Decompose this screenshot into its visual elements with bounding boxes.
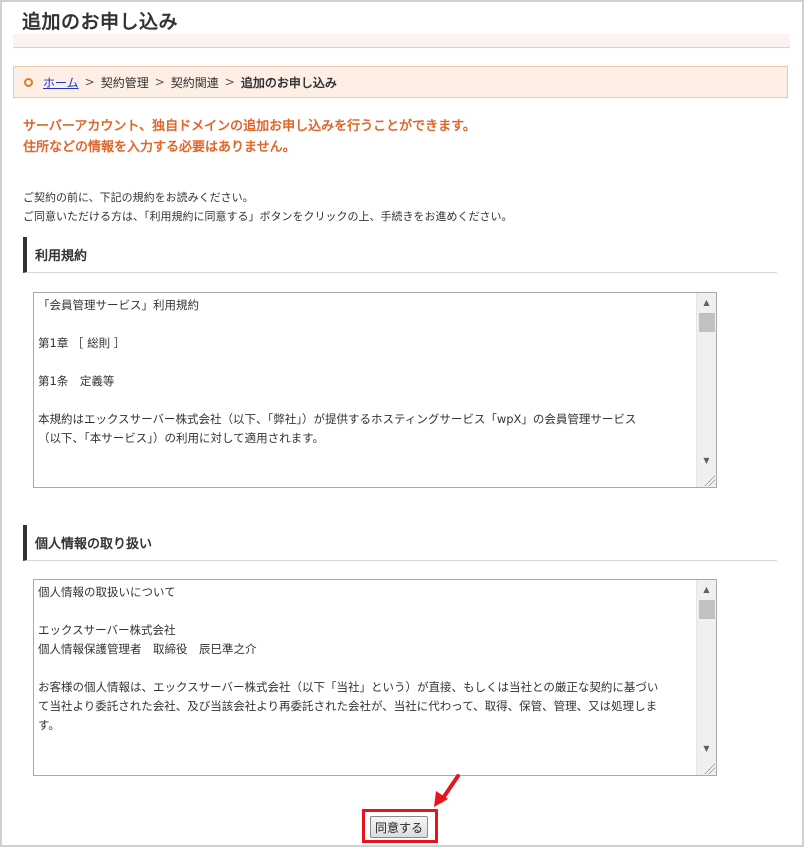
breadcrumb-home-link[interactable]: ホーム [43, 74, 79, 91]
terms-line [38, 391, 692, 410]
privacy-scroll-thumb[interactable] [699, 600, 715, 619]
privacy-line: 個人情報保護管理者 取締役 辰巳準之介 [38, 642, 257, 656]
notice-message: サーバーアカウント、独自ドメインの追加お申し込みを行うことができます。 住所など… [23, 116, 476, 158]
agree-button[interactable]: 同意する [370, 816, 428, 838]
triangle-down-icon[interactable]: ▼ [697, 741, 716, 757]
breadcrumb-separator: > [84, 75, 95, 89]
privacy-line [38, 659, 692, 678]
notice-line-1: サーバーアカウント、独自ドメインの追加お申し込みを行うことができます。 [23, 119, 476, 134]
resize-grip-icon[interactable] [703, 474, 715, 486]
privacy-line: お客様の個人情報は、エックスサーバー株式会社（以下「当社」という）が直接、もしく… [38, 680, 659, 694]
terms-heading-label: 利用規約 [35, 249, 88, 264]
terms-textarea[interactable]: 「会員管理サービス」利用規約 第1章 ［ 総則 ］ 第1条 定義等 本規約はエッ… [33, 292, 717, 488]
intro-line-2: ご同意いただける方は、「利用規約に同意する」ボタンをクリックの上、手続きをお進め… [23, 210, 513, 223]
privacy-heading-label: 個人情報の取り扱い [35, 537, 153, 552]
title-underline-band [13, 34, 790, 48]
privacy-scrollbar[interactable]: ▲ ▼ [696, 580, 716, 775]
terms-line: 第1条 定義等 [38, 374, 115, 388]
notice-line-2: 住所などの情報を入力する必要はありません。 [23, 140, 296, 155]
resize-grip-icon[interactable] [703, 762, 715, 774]
breadcrumb-item-contract-management: 契約管理 [100, 75, 149, 90]
intro-text: ご契約の前に、下記の規約をお読みください。 ご同意いただける方は、「利用規約に同… [23, 188, 513, 226]
terms-line: 「会員管理サービス」利用規約 [38, 298, 199, 312]
breadcrumb: ホーム > 契約管理 > 契約関連 > 追加のお申し込み [13, 66, 788, 98]
privacy-textarea[interactable]: 個人情報の取扱いについて エックスサーバー株式会社 個人情報保護管理者 取締役 … [33, 579, 717, 776]
privacy-line: す。 [38, 718, 60, 732]
terms-line [38, 353, 692, 372]
intro-line-1: ご契約の前に、下記の規約をお読みください。 [23, 191, 254, 204]
privacy-line: エックスサーバー株式会社 [38, 623, 176, 637]
privacy-content: 個人情報の取扱いについて エックスサーバー株式会社 個人情報保護管理者 取締役 … [34, 580, 696, 775]
red-arrow-icon [434, 774, 460, 807]
triangle-up-icon[interactable]: ▲ [697, 582, 716, 598]
breadcrumb-separator: > [224, 75, 235, 89]
terms-content: 「会員管理サービス」利用規約 第1章 ［ 総則 ］ 第1条 定義等 本規約はエッ… [34, 293, 696, 487]
breadcrumb-separator: > [154, 75, 165, 89]
privacy-line: 個人情報の取扱いについて [38, 585, 176, 599]
terms-line: （以下、「本サービス」）の利用に対して適用されます。 [38, 431, 325, 445]
terms-heading: 利用規約 [23, 237, 777, 273]
terms-line: 第1章 ［ 総則 ］ [38, 336, 126, 350]
triangle-up-icon[interactable]: ▲ [697, 295, 716, 311]
breadcrumb-circle-icon [24, 77, 33, 87]
terms-scrollbar[interactable]: ▲ ▼ [696, 293, 716, 487]
privacy-heading: 個人情報の取り扱い [23, 525, 777, 561]
breadcrumb-item-contract-related: 契約関連 [170, 75, 219, 90]
breadcrumb-current: 追加のお申し込み [240, 75, 337, 90]
page-title: 追加のお申し込み [22, 11, 179, 33]
privacy-line: て当社より委託された会社、及び当該会社より再委託された会社が、当社に代わって、取… [38, 699, 658, 713]
privacy-line [38, 602, 692, 621]
triangle-down-icon[interactable]: ▼ [697, 453, 716, 469]
agree-highlight-box: 同意する [362, 809, 438, 843]
terms-line: 本規約はエックスサーバー株式会社（以下、「弊社」）が提供するホスティングサービス… [38, 412, 637, 426]
terms-scroll-thumb[interactable] [699, 313, 715, 332]
terms-line [38, 315, 692, 334]
